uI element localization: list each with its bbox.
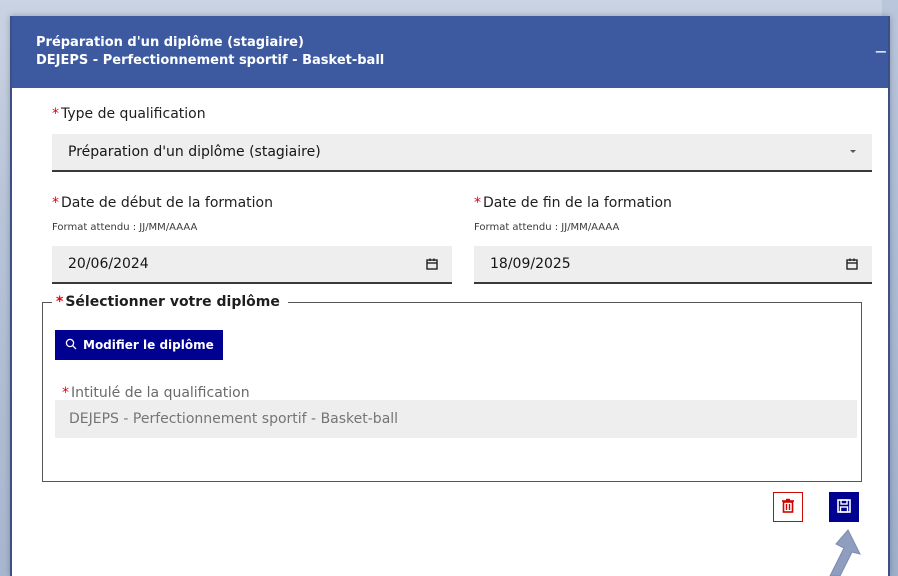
qualification-title-label: * Intitulé de la qualification <box>62 385 250 401</box>
qualification-type-select[interactable]: Préparation d'un diplôme (stagiaire) <box>52 134 872 172</box>
end-date-label: * Date de fin de la formation <box>474 195 672 211</box>
delete-button[interactable] <box>773 492 803 522</box>
qualification-type-label: * Type de qualification <box>52 106 206 122</box>
diploma-legend: * Sélectionner votre diplôme <box>52 294 288 310</box>
card-subtitle: DEJEPS - Perfectionnement sportif - Bask… <box>36 53 385 68</box>
start-date-label: * Date de début de la formation <box>52 195 273 211</box>
caret-down-icon <box>848 134 858 170</box>
calendar-icon[interactable] <box>846 246 858 282</box>
required-marker: * <box>56 294 64 310</box>
card-header[interactable]: Préparation d'un diplôme (stagiaire) DEJ… <box>12 16 888 88</box>
trash-icon <box>781 498 795 517</box>
card-title: Préparation d'un diplôme (stagiaire) <box>36 35 304 50</box>
required-marker: * <box>474 195 481 211</box>
required-marker: * <box>52 106 59 122</box>
required-marker: * <box>52 195 59 211</box>
start-date-input[interactable]: 20/06/2024 <box>52 246 452 284</box>
save-button[interactable] <box>829 492 859 522</box>
calendar-icon[interactable] <box>426 246 438 282</box>
pointer-arrow-icon <box>818 528 862 576</box>
qualification-title-field: DEJEPS - Perfectionnement sportif - Bask… <box>55 400 857 438</box>
end-date-input[interactable]: 18/09/2025 <box>474 246 872 284</box>
end-date-hint: Format attendu : JJ/MM/AAAA <box>474 222 620 233</box>
qualification-type-value: Préparation d'un diplôme (stagiaire) <box>68 144 321 160</box>
modify-diploma-label: Modifier le diplôme <box>83 338 214 352</box>
start-date-value: 20/06/2024 <box>68 256 149 272</box>
start-date-hint: Format attendu : JJ/MM/AAAA <box>52 222 198 233</box>
modify-diploma-button[interactable]: Modifier le diplôme <box>55 330 223 360</box>
collapse-button[interactable]: − <box>874 42 888 62</box>
required-marker: * <box>62 385 69 401</box>
save-icon <box>837 498 851 517</box>
end-date-value: 18/09/2025 <box>490 256 571 272</box>
search-icon <box>65 338 77 353</box>
